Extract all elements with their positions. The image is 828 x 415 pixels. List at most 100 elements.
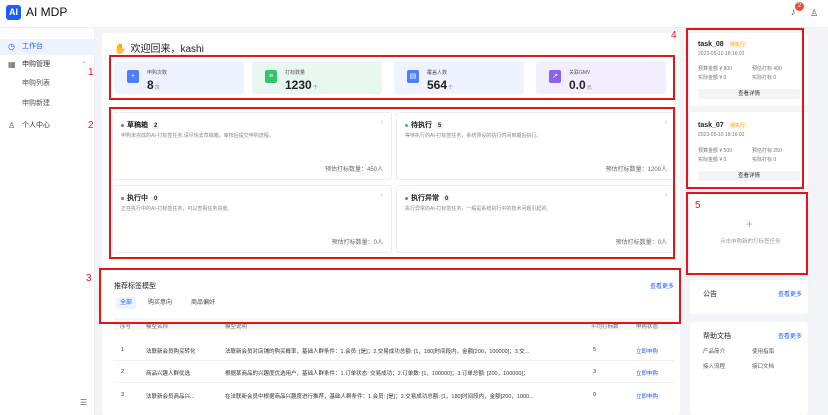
app-name: AI MDP — [26, 5, 68, 19]
task-card-desc: 执行异常的AI-打标签任务，一般是系统执行中的技术问题引起的。 — [405, 206, 552, 212]
grid-icon: ▦ — [8, 60, 16, 69]
chevron-right-icon: › — [380, 192, 383, 199]
id-card-icon: ▤ — [407, 70, 419, 83]
recommend-more-link[interactable]: 查看更多 — [650, 281, 674, 290]
task-card-estimate: 预估打标数量：0人 — [331, 240, 383, 246]
col-header-status: 申购状态 — [636, 324, 659, 330]
task-budget: 预算金额 ¥ 500 — [698, 148, 732, 154]
table-header — [114, 318, 674, 330]
sidebar-item-label: 申购管理 — [22, 61, 50, 68]
table-cell-desc: 在法联新会员中根据商品兴趣度进行推荐，基础人群条件：1.会员: [是]；2.交易… — [225, 394, 534, 400]
table-cell-no: 3 — [121, 392, 125, 398]
stat-label: 关联GMV — [569, 70, 591, 76]
sidebar-item-purchase-new[interactable]: 申购新建 — [0, 96, 95, 112]
tab-purchase-intent[interactable]: 购买意向 — [144, 297, 176, 309]
task-date: 2023-05-10 18:16:02 — [698, 51, 745, 57]
logo-icon: AI — [6, 5, 21, 20]
stat-value: 0.0元 — [569, 78, 592, 92]
task-actual-amount: 实际金额 ¥ 0 — [698, 157, 727, 163]
purchase-icon: + — [127, 70, 139, 83]
new-task-label: 点击申购新的打标签任务 — [720, 239, 781, 245]
recent-task-card[interactable]: task_08 待执行 2023-05-10 18:16:02 预算金额 ¥ 8… — [690, 33, 808, 106]
chart-icon: ↗ — [549, 70, 561, 83]
col-header-name: 模型名称 — [146, 324, 169, 330]
divider — [114, 382, 674, 383]
task-card-pending[interactable]: 待执行 5 等待执行的AI-打标签任务，系统预设的执行时间到期后执行。 预估打标数… — [396, 112, 676, 180]
sidebar-item-label: 申购新建 — [22, 100, 50, 107]
user-icon: ♙ — [8, 121, 16, 130]
annotation-label-1: 1 — [88, 67, 94, 78]
sidebar-item-purchase-management[interactable]: ▦ 申购管理 ⌃ — [0, 57, 95, 73]
sidebar-item-profile[interactable]: ♙ 个人中心 — [0, 118, 95, 134]
task-card-desc: 申购未完成的AI-打标签任务,请尽快去草稿箱，审核后提交申购流程。 — [121, 133, 274, 139]
view-detail-button[interactable]: 查看详情 — [698, 171, 800, 181]
table-cell-name: 法联新会员商品兴... — [146, 394, 195, 400]
new-task-card[interactable]: + 点击申购新的打标签任务 — [690, 195, 808, 273]
user-avatar-icon[interactable]: ♙ — [808, 7, 820, 19]
top-bar: AI AI MDP ♪ 2 ♙ — [0, 0, 828, 28]
task-card-draft[interactable]: 草稿箱 2 申购未完成的AI-打标签任务,请尽快去草稿箱，审核后提交申购流程。 预… — [112, 112, 392, 180]
task-card-desc: 正在执行中的AI-打标签任务，可以查看任务进度。 — [121, 206, 233, 212]
task-card-error[interactable]: 执行异常 0 执行异常的AI-打标签任务，一般是系统执行中的技术问题引起的。 预估… — [396, 185, 676, 253]
stat-card-coverage: ▤ 覆盖人数 564个 — [394, 61, 524, 94]
wave-hand-icon: ✋ — [114, 44, 127, 55]
table-cell-desc: 根据某商品的兴趣度优选用户，基础人群条件：1.订单状态: 交易成功；2.订单数:… — [225, 371, 529, 377]
table-cell-no: 1 — [121, 347, 125, 353]
sidebar-item-label: 工作台 — [22, 43, 43, 50]
annotation-label-5: 5 — [695, 200, 701, 211]
document-icon: ≡ — [265, 70, 277, 83]
table-cell-count: 5 — [593, 347, 597, 353]
view-detail-button[interactable]: 查看详情 — [698, 89, 800, 99]
stat-value: 8次 — [147, 78, 160, 92]
task-date: 2023-05-10 18:16:02 — [698, 132, 745, 138]
chevron-up-icon: ⌃ — [81, 62, 87, 68]
sidebar-item-purchase-list[interactable]: 申购列表 — [0, 76, 95, 92]
apply-button[interactable]: 立即申购 — [636, 369, 658, 377]
task-actual-amount: 实际金额 ¥ 0 — [698, 75, 727, 81]
stat-value: 564个 — [427, 78, 454, 92]
stat-label: 申购次数 — [147, 70, 168, 76]
stat-card-tag-count: ≡ 打标数量 1230个 — [252, 61, 382, 94]
help-more-link[interactable]: 查看更多 — [778, 331, 802, 340]
chevron-right-icon: › — [380, 119, 383, 126]
annotation-label-3: 3 — [86, 273, 92, 284]
status-badge: 待执行 — [728, 41, 748, 48]
task-estimate: 预估打标 250 — [752, 148, 782, 154]
tab-all[interactable]: 全部 — [116, 297, 137, 309]
task-card-running[interactable]: 执行中 0 正在执行中的AI-打标签任务，可以查看任务进度。 预估打标数量：0人 … — [112, 185, 392, 253]
table-cell-desc: 法联新会员对店铺的购买概率，基础人群条件：1.会员: [是]；2.交易成功总额:… — [225, 349, 530, 355]
notification-badge: 2 — [795, 2, 804, 11]
table-cell-count: 0 — [593, 392, 597, 398]
apply-button[interactable]: 立即申购 — [636, 347, 658, 355]
recent-task-card[interactable]: task_07 待执行 2023-05-10 18:16:02 预算金额 ¥ 5… — [690, 112, 808, 187]
apply-button[interactable]: 立即申购 — [636, 392, 658, 400]
collapse-menu-icon[interactable]: ☰ — [80, 398, 87, 407]
welcome-heading: ✋ 欢迎回来，kashi — [114, 44, 204, 55]
annotation-label-2: 2 — [88, 120, 94, 131]
task-card-estimate: 预估打标数量：450人 — [324, 167, 383, 173]
stat-label: 覆盖人数 — [427, 70, 448, 76]
annotation-label-4: 4 — [671, 30, 677, 41]
col-header-count: 平均打标数 — [591, 324, 619, 330]
tab-product-preference[interactable]: 商品偏好 — [187, 297, 219, 309]
task-card-estimate: 预估打标数量：1200人 — [605, 167, 667, 173]
notice-more-link[interactable]: 查看更多 — [778, 289, 802, 298]
help-link-api[interactable]: 接口文档 — [752, 362, 774, 370]
help-link-access[interactable]: 接入流程 — [703, 362, 725, 370]
plus-icon: + — [746, 217, 754, 231]
sidebar-item-workbench[interactable]: ◷ 工作台 — [0, 39, 95, 55]
task-estimate: 预估打标 400 — [752, 66, 782, 72]
col-header-desc: 模型说明 — [225, 324, 248, 330]
help-link-intro[interactable]: 产品简介 — [703, 347, 725, 355]
sidebar-item-label: 申购列表 — [22, 80, 50, 87]
help-title: 帮助文档 — [703, 333, 731, 340]
status-badge: 待执行 — [728, 122, 748, 129]
table-cell-count: 3 — [593, 369, 597, 375]
stat-card-purchase-count: + 申购次数 8次 — [114, 61, 244, 94]
table-cell-name: 法联新会员购买转化 — [146, 349, 196, 355]
task-card-desc: 等待执行的AI-打标签任务，系统预设的执行时间到期后执行。 — [405, 133, 542, 139]
task-card-title: 待执行 5 — [405, 120, 444, 130]
stat-card-gmv: ↗ 关联GMV 0.0元 — [536, 61, 666, 94]
chevron-right-icon: › — [664, 192, 667, 199]
help-link-guide[interactable]: 使用指南 — [752, 347, 774, 355]
